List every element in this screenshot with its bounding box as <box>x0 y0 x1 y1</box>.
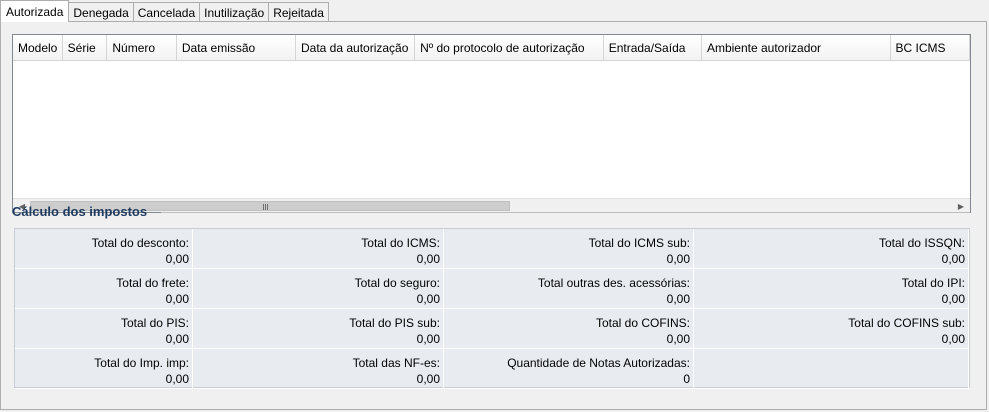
tab-cancelada[interactable]: Cancelada <box>132 2 201 22</box>
total-value: 0,00 <box>941 332 965 346</box>
column-header-entrada-saida[interactable]: Entrada/Saída <box>604 35 702 61</box>
total-value: 0,00 <box>666 332 690 346</box>
total-label: Total do PIS: <box>120 316 189 330</box>
total-label: Total do PIS sub: <box>349 316 440 330</box>
total-value: 0,00 <box>941 252 965 266</box>
total-value: 0,00 <box>165 292 189 306</box>
total-label: Total do ICMS: <box>361 236 440 250</box>
quantidade-notas: Quantidade de Notas Autorizadas: 0 <box>444 349 694 389</box>
column-header-ambiente[interactable]: Ambiente autorizador <box>702 35 891 61</box>
total-issqn: Total do ISSQN: 0,00 <box>694 229 969 269</box>
column-header-bc-icms[interactable]: BC ICMS <box>891 35 970 61</box>
total-label: Total do COFINS sub: <box>848 316 965 330</box>
tab-page-autorizada: Modelo Série Número Data emissão Data da… <box>0 21 987 410</box>
total-nfes: Total das NF-es: 0,00 <box>193 349 444 389</box>
total-frete: Total do frete: 0,00 <box>15 269 193 309</box>
total-label: Total do Imp. imp: <box>94 356 189 370</box>
total-label: Total do IPI: <box>901 276 965 290</box>
tab-strip: Autorizada Denegada Cancelada Inutilizaç… <box>0 0 329 22</box>
total-label: Total outras des. acessórias: <box>537 276 690 290</box>
total-icms: Total do ICMS: 0,00 <box>193 229 444 269</box>
total-label: Total do ICMS sub: <box>588 236 690 250</box>
column-header-data-emissao[interactable]: Data emissão <box>177 35 296 61</box>
total-label: Total do COFINS: <box>595 316 690 330</box>
total-pis: Total do PIS: 0,00 <box>15 309 193 349</box>
nfe-grid[interactable]: Modelo Série Número Data emissão Data da… <box>12 34 971 213</box>
total-value: 0,00 <box>666 252 690 266</box>
column-header-modelo[interactable]: Modelo <box>13 35 63 61</box>
grid-header: Modelo Série Número Data emissão Data da… <box>13 35 970 61</box>
tab-autorizada[interactable]: Autorizada <box>0 0 70 22</box>
empty-cell <box>694 349 969 389</box>
grid-body[interactable] <box>13 62 970 197</box>
tab-inutilizacao[interactable]: Inutilização <box>199 2 270 22</box>
chevron-right-icon[interactable]: ▶ <box>954 199 968 212</box>
section-title: Cálculo dos impostos <box>12 204 148 219</box>
total-value: 0 <box>683 372 690 386</box>
tab-denegada[interactable]: Denegada <box>68 2 134 22</box>
total-label: Total do ISSQN: <box>878 236 965 250</box>
totals-panel: Total do desconto: 0,00 Total do ICMS: 0,0… <box>14 228 970 389</box>
total-label: Total das NF-es: <box>352 356 440 370</box>
total-seguro: Total do seguro: 0,00 <box>193 269 444 309</box>
total-value: 0,00 <box>165 332 189 346</box>
total-value: 0,00 <box>416 292 440 306</box>
column-header-protocolo[interactable]: Nº do protocolo de autorização <box>415 35 604 61</box>
total-outras-despesas: Total outras des. acessórias: 0,00 <box>444 269 694 309</box>
total-ipi: Total do IPI: 0,00 <box>694 269 969 309</box>
column-header-serie[interactable]: Série <box>63 35 108 61</box>
total-label: Total do seguro: <box>354 276 440 290</box>
total-pis-sub: Total do PIS sub: 0,00 <box>193 309 444 349</box>
total-value: 0,00 <box>416 252 440 266</box>
horizontal-scrollbar[interactable]: ◀ ▶ <box>13 198 970 212</box>
column-header-numero[interactable]: Número <box>107 35 177 61</box>
tab-rejeitada[interactable]: Rejeitada <box>268 2 329 22</box>
total-cofins-sub: Total do COFINS sub: 0,00 <box>694 309 969 349</box>
total-label: Total do desconto: <box>91 236 189 250</box>
total-label: Total do frete: <box>116 276 189 290</box>
section-divider <box>161 212 970 213</box>
total-cofins: Total do COFINS: 0,00 <box>444 309 694 349</box>
grip-icon <box>263 204 269 210</box>
total-value: 0,00 <box>165 372 189 386</box>
total-label: Quantidade de Notas Autorizadas: <box>507 356 690 370</box>
total-desconto: Total do desconto: 0,00 <box>15 229 193 269</box>
total-value: 0,00 <box>941 292 965 306</box>
total-value: 0,00 <box>416 332 440 346</box>
total-value: 0,00 <box>416 372 440 386</box>
total-icms-sub: Total do ICMS sub: 0,00 <box>444 229 694 269</box>
column-header-data-autorizacao[interactable]: Data da autorização <box>296 35 416 61</box>
total-value: 0,00 <box>666 292 690 306</box>
total-value: 0,00 <box>165 252 189 266</box>
total-imp-imp: Total do Imp. imp: 0,00 <box>15 349 193 389</box>
